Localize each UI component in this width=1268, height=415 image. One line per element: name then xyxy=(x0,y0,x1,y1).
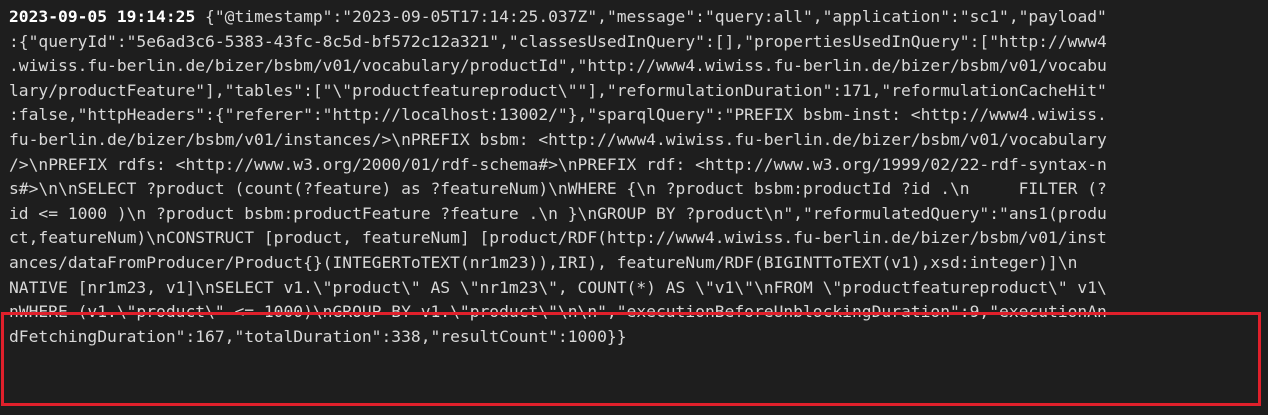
log-line: id <= 1000 )\n ?product bsbm:productFeat… xyxy=(9,203,1107,223)
log-line: s#>\n\nSELECT ?product (count(?feature) … xyxy=(9,179,1107,199)
log-line: lary/productFeature"],"tables":["\"produ… xyxy=(9,80,1107,100)
log-line-1: 2023-09-05 19:14:25 {"@timestamp":"2023-… xyxy=(9,5,1107,30)
log-line: :false,"httpHeaders":{"referer":"http://… xyxy=(9,105,1107,125)
log-line: ct,featureNum)\nCONSTRUCT [product, feat… xyxy=(9,228,1107,248)
log-line: />\nPREFIX rdfs: <http://www.w3.org/2000… xyxy=(9,154,1107,174)
log-line-highlighted: NATIVE [nr1m23, v1]\nSELECT v1.\"product… xyxy=(9,277,1107,297)
terminal-window[interactable]: 2023-09-05 19:14:25 {"@timestamp":"2023-… xyxy=(0,0,1268,415)
log-timestamp: 2023-09-05 19:14:25 xyxy=(9,7,196,26)
log-line-highlighted: nWHERE (v1.\"product\" <= 1000)\nGROUP B… xyxy=(9,302,1107,322)
log-output: 2023-09-05 19:14:25 {"@timestamp":"2023-… xyxy=(9,5,1107,349)
log-line: ances/dataFromProducer/Product{}(INTEGER… xyxy=(9,252,1078,272)
log-line-text: {"@timestamp":"2023-09-05T17:14:25.037Z"… xyxy=(195,7,1107,26)
log-line-highlighted: dFetchingDuration":167,"totalDuration":3… xyxy=(9,326,627,346)
log-line: :{"queryId":"5e6ad3c6-5383-43fc-8c5d-bf5… xyxy=(9,31,1107,51)
log-line: fu-berlin.de/bizer/bsbm/v01/instances/>\… xyxy=(9,129,1107,149)
log-line: .wiwiss.fu-berlin.de/bizer/bsbm/v01/voca… xyxy=(9,56,1107,76)
